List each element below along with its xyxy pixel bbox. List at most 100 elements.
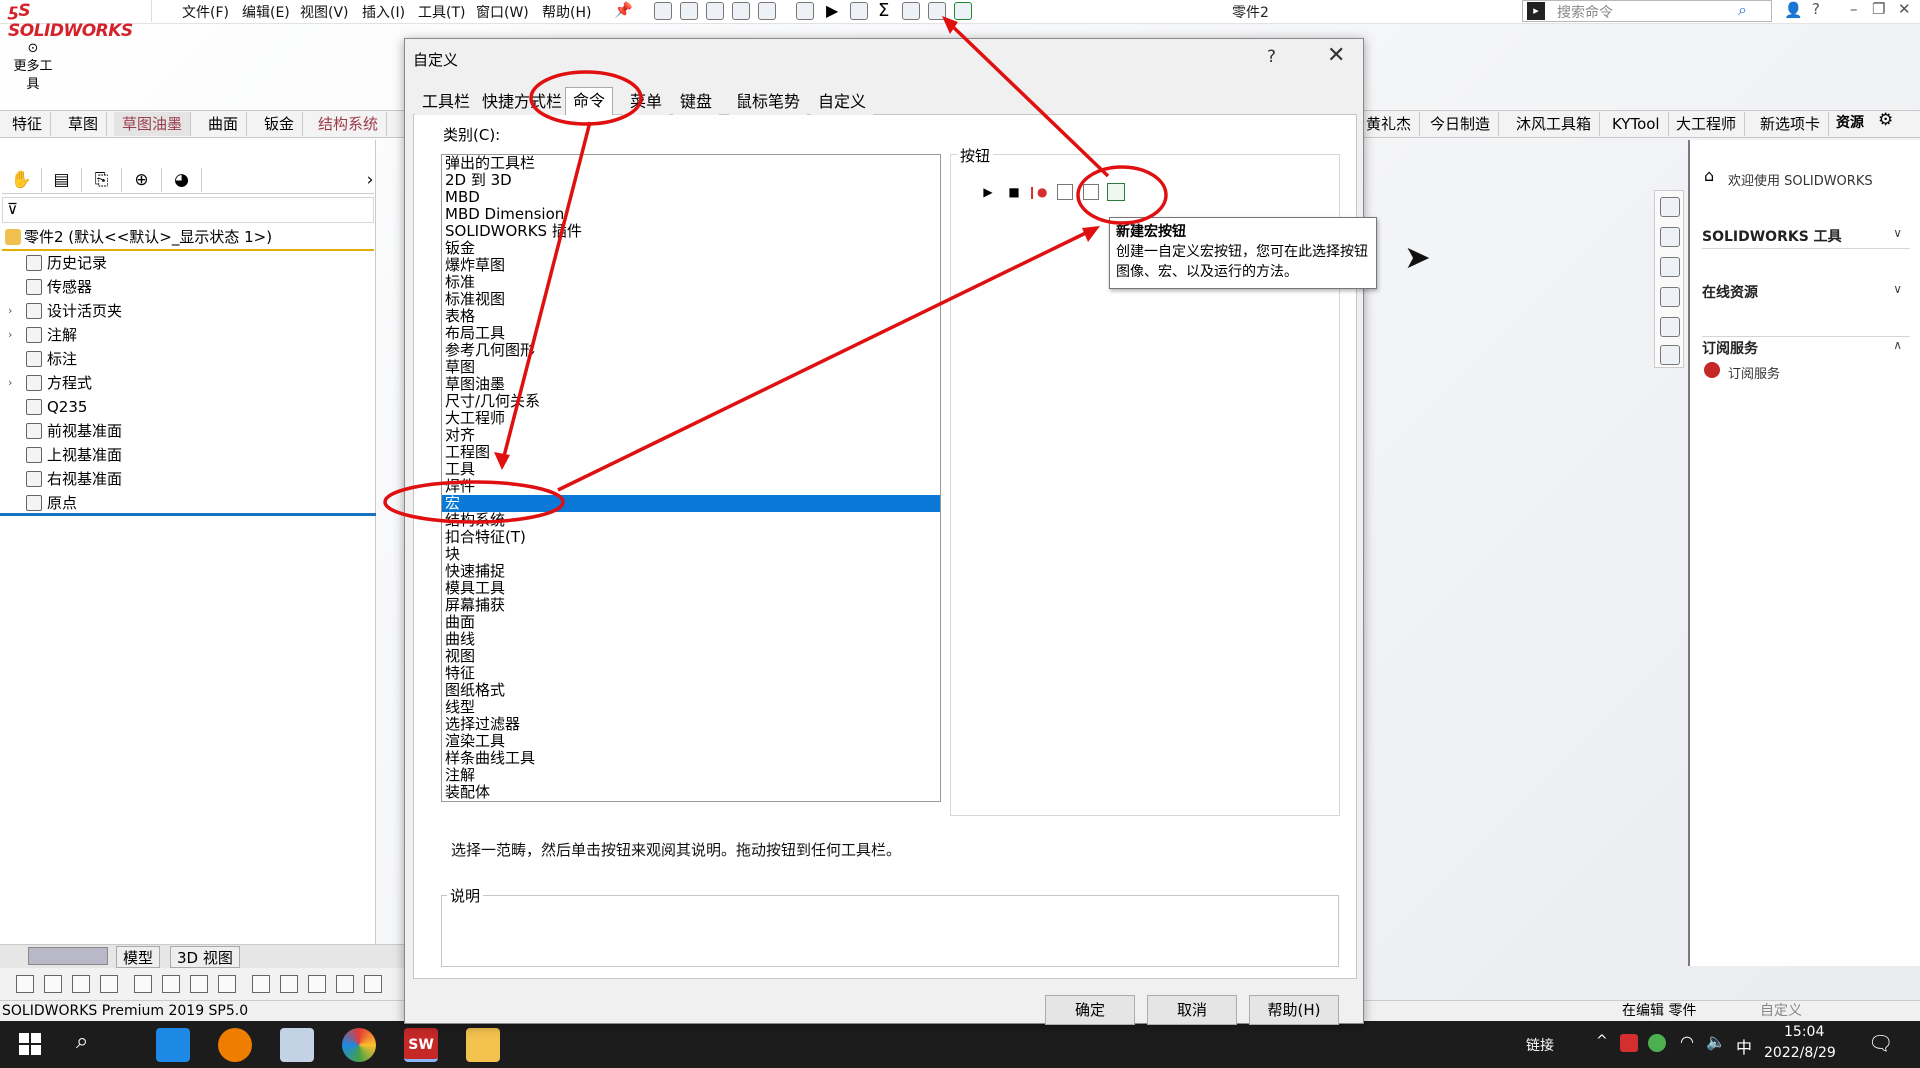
menu-insert[interactable]: 插入(I) — [362, 2, 405, 22]
window-close-icon[interactable]: ✕ — [1898, 0, 1911, 18]
tab-mouse-gestures[interactable]: 鼠标笔势 — [729, 89, 808, 115]
custom-properties-icon[interactable] — [1660, 345, 1680, 365]
category-item[interactable]: 结构系统 — [442, 512, 940, 529]
dialog-close-icon[interactable]: ✕ — [1327, 43, 1345, 68]
tree-item[interactable]: 原点 — [26, 491, 77, 515]
category-list[interactable]: 弹出的工具栏 2D 到 3D MBD MBD Dimension SOLIDWORKS … — [441, 154, 941, 802]
tab-new-tab[interactable]: 新选项卡 — [1752, 112, 1830, 136]
antivirus-tray-icon[interactable] — [1620, 1034, 1638, 1052]
tree-item[interactable]: 上视基准面 — [26, 443, 122, 467]
tray-chevron-up-icon[interactable]: ^ — [1596, 1033, 1608, 1049]
subscription-link[interactable]: 订阅服务 — [1728, 363, 1780, 382]
tool-icon-5[interactable] — [134, 975, 152, 993]
edit-macro-button[interactable] — [1083, 184, 1099, 200]
more-tools-button[interactable]: ⊙ 更多工具 — [8, 40, 58, 94]
record-macro-icon[interactable] — [796, 2, 814, 20]
category-item[interactable]: 参考几何图形 — [442, 342, 940, 359]
restore-icon[interactable]: ❐ — [1872, 0, 1885, 18]
category-item[interactable]: 爆炸草图 — [442, 257, 940, 274]
menu-edit[interactable]: 编辑(E) — [242, 2, 290, 22]
tab-menus[interactable]: 菜单 — [623, 89, 670, 115]
tab-surfaces[interactable]: 曲面 — [200, 112, 248, 136]
home-tab-icon[interactable] — [1660, 197, 1680, 217]
menu-window[interactable]: 窗口(W) — [476, 2, 529, 22]
run-macro-icon[interactable]: ▶ — [826, 1, 838, 20]
tree-item[interactable]: 历史记录 — [26, 251, 107, 275]
category-item[interactable]: 2D 到 3D — [442, 172, 940, 189]
new-macro-button-icon[interactable] — [954, 2, 972, 20]
category-item[interactable]: SOLIDWORKS 插件 — [442, 223, 940, 240]
gear-icon[interactable] — [758, 2, 776, 20]
calculator-icon[interactable] — [280, 1028, 314, 1062]
tab-sheet-metal[interactable]: 钣金 — [256, 112, 304, 136]
tree-filter[interactable]: ⊽ — [2, 197, 374, 223]
category-item[interactable]: 草图 — [442, 359, 940, 376]
sum-icon[interactable]: Σ — [878, 0, 889, 21]
cancel-button[interactable]: 取消 — [1147, 995, 1237, 1025]
notification-icon[interactable]: 🗨 — [1868, 1031, 1893, 1055]
tree-item[interactable]: 传感器 — [26, 275, 92, 299]
search-input[interactable]: ▸ 搜索命令 — [1522, 0, 1772, 22]
category-item[interactable]: 曲面 — [442, 614, 940, 631]
category-item[interactable]: 标准 — [442, 274, 940, 291]
tab-sketch[interactable]: 草图 — [60, 112, 108, 136]
tool-icon-8[interactable] — [218, 975, 236, 993]
category-item[interactable]: 曲线 — [442, 631, 940, 648]
tool-icon-11[interactable] — [308, 975, 326, 993]
category-item-selected[interactable]: 宏 — [442, 495, 940, 512]
expand-chevron-icon[interactable]: › — [8, 371, 20, 395]
tree-root-part[interactable]: 零件2 (默认<<默认>_显示状态 1>) — [2, 225, 374, 251]
tab-mufeng-toolbox[interactable]: 沐风工具箱 — [1508, 112, 1601, 136]
minimize-icon[interactable]: – — [1850, 0, 1858, 18]
search-tool-icon[interactable] — [218, 1028, 252, 1062]
chevron-down-icon[interactable]: ∨ — [1893, 282, 1902, 296]
tree-item[interactable]: 标注 — [26, 347, 77, 371]
user-icon[interactable]: 👤 — [1784, 1, 1803, 19]
tab-customization[interactable]: 自定义 — [811, 89, 874, 115]
tab-scroll-arrows[interactable] — [28, 947, 108, 965]
custom-tool-icon[interactable] — [928, 2, 946, 20]
tool-icon-2[interactable] — [44, 975, 62, 993]
solidworks-logo[interactable]: ƽS SOLIDWORKS — [0, 0, 152, 41]
category-item[interactable]: 焊件 — [442, 478, 940, 495]
category-item[interactable]: 草图油墨 — [442, 376, 940, 393]
category-item[interactable]: 线型 — [442, 699, 940, 716]
property-manager-icon[interactable]: ▤ — [42, 168, 82, 192]
dialog-help-icon[interactable]: ? — [1267, 47, 1276, 67]
category-item[interactable]: 尺寸/几何关系 — [442, 393, 940, 410]
category-item[interactable]: 样条曲线工具 — [442, 750, 940, 767]
section-online-resources[interactable]: 在线资源 — [1702, 282, 1758, 302]
customize-status[interactable]: 自定义 — [1760, 1001, 1802, 1021]
volume-icon[interactable]: 🔈 — [1706, 1032, 1726, 1051]
category-item[interactable]: MBD — [442, 189, 940, 206]
tab-shortcut-bars[interactable]: 快捷方式栏 — [475, 89, 570, 115]
tab-sketch-ink[interactable]: 草图油墨 — [114, 112, 192, 136]
category-item[interactable]: 对齐 — [442, 427, 940, 444]
solidworks-taskbar-icon[interactable]: SW — [404, 1028, 438, 1062]
tab-kytool[interactable]: KYTool — [1604, 112, 1669, 136]
tab-3d-view[interactable]: 3D 视图 — [170, 946, 240, 968]
feature-manager-icon[interactable]: ✋ — [2, 168, 42, 192]
category-item[interactable]: 工具 — [442, 461, 940, 478]
appearances-icon[interactable] — [1660, 317, 1680, 337]
tree-item[interactable]: Q235 — [26, 395, 87, 419]
tool-icon-12[interactable] — [336, 975, 354, 993]
category-item[interactable]: 布局工具 — [442, 325, 940, 342]
category-item[interactable]: 特征 — [442, 665, 940, 682]
rollback-bar[interactable] — [0, 513, 376, 516]
clock-time[interactable]: 15:04 — [1784, 1024, 1824, 1040]
wechat-tray-icon[interactable] — [1648, 1034, 1666, 1052]
category-item[interactable]: 工程图 — [442, 444, 940, 461]
addin-icon[interactable] — [902, 2, 920, 20]
properties-icon[interactable] — [732, 2, 750, 20]
category-item[interactable]: 模具工具 — [442, 580, 940, 597]
dimxpert-icon[interactable]: ⊕ — [122, 168, 162, 192]
expand-chevron-icon[interactable]: › — [8, 323, 20, 347]
wifi-icon[interactable]: ◠ — [1680, 1032, 1694, 1051]
tree-item[interactable]: › 注解 — [8, 323, 77, 347]
tab-today-manufacturing[interactable]: 今日制造 — [1422, 112, 1500, 136]
help-icon[interactable]: ? — [1812, 0, 1820, 18]
tab-toolbars[interactable]: 工具栏 — [415, 89, 478, 115]
tab-features[interactable]: 特征 — [4, 112, 52, 136]
category-item[interactable]: 扣合特征(T) — [442, 529, 940, 546]
